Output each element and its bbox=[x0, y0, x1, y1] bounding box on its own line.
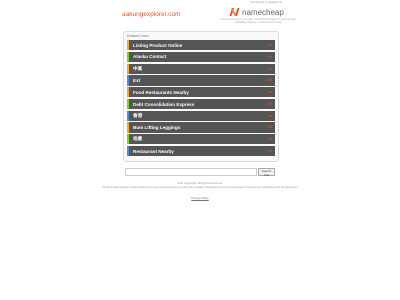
chevron-right-icon: >> bbox=[267, 125, 272, 130]
related-link[interactable]: Restaurant Nearby >> bbox=[127, 146, 275, 157]
chevron-right-icon: >> bbox=[267, 137, 272, 142]
related-link[interactable]: Alaska Contact >> bbox=[127, 51, 275, 62]
parked-domain-page: aakungexplorer.com This domain is regist… bbox=[0, 0, 400, 300]
chevron-right-icon: >> bbox=[267, 149, 272, 154]
namecheap-logo-text: namecheap bbox=[242, 7, 284, 17]
related-link-label: Restaurant Nearby bbox=[133, 148, 174, 154]
related-link-label: 中高 bbox=[133, 65, 143, 71]
related-links-panel: Related Links Listing Product Online >> Al… bbox=[123, 31, 279, 162]
related-link-label: Bum Lifting Leggings bbox=[133, 125, 181, 131]
namecheap-logo[interactable]: namecheap bbox=[229, 6, 284, 18]
chevron-right-icon: >> bbox=[267, 101, 272, 106]
registrar-blurb: This domain may be for sale. Check Namec… bbox=[220, 18, 296, 25]
related-link-label: Food Restaurants Nearby bbox=[133, 89, 189, 95]
search-bar: Search Ads bbox=[125, 168, 275, 177]
search-input[interactable] bbox=[125, 168, 257, 176]
related-link[interactable]: 香港 >> bbox=[127, 110, 275, 121]
registrar-notice: This domain is registered at bbox=[250, 1, 282, 4]
privacy-policy-link[interactable]: Privacy Policy bbox=[0, 196, 400, 200]
related-link-label: 香港 bbox=[133, 112, 143, 118]
chevron-right-icon: >> bbox=[267, 54, 272, 59]
chevron-right-icon: >> bbox=[267, 78, 272, 83]
related-link[interactable]: 中高 >> bbox=[127, 63, 275, 74]
chevron-right-icon: >> bbox=[267, 66, 272, 71]
search-ads-button[interactable]: Search Ads bbox=[258, 168, 275, 177]
related-link[interactable]: Bum Lifting Leggings >> bbox=[127, 122, 275, 133]
related-link[interactable]: Ext >> bbox=[127, 75, 275, 86]
related-link-label: Alaska Contact bbox=[133, 54, 167, 60]
related-links-title: Related Links bbox=[127, 34, 149, 38]
chevron-right-icon: >> bbox=[267, 113, 272, 118]
chevron-right-icon: >> bbox=[267, 43, 272, 47]
copyright: 2022 Copyright. All Rights Reserved. bbox=[177, 181, 223, 185]
related-link-label: Listing Product Online bbox=[133, 42, 183, 48]
related-link-label: 地產 bbox=[133, 136, 143, 142]
related-link-label: Debt Consolidation Express bbox=[133, 101, 195, 107]
domain-title: aakungexplorer.com bbox=[122, 11, 181, 18]
related-link[interactable]: 地產 >> bbox=[127, 134, 275, 145]
related-link[interactable]: Listing Product Online >> bbox=[127, 40, 275, 51]
related-link[interactable]: Food Restaurants Nearby >> bbox=[127, 87, 275, 98]
related-links-list: Listing Product Online >> Alaska Contact >>… bbox=[127, 40, 275, 157]
disclaimer: The Sponsored Listings displayed above a… bbox=[101, 186, 299, 189]
related-link[interactable]: Debt Consolidation Express >> bbox=[127, 98, 275, 110]
namecheap-logo-icon bbox=[229, 8, 240, 16]
related-link-label: Ext bbox=[133, 77, 141, 83]
chevron-right-icon: >> bbox=[267, 90, 272, 95]
